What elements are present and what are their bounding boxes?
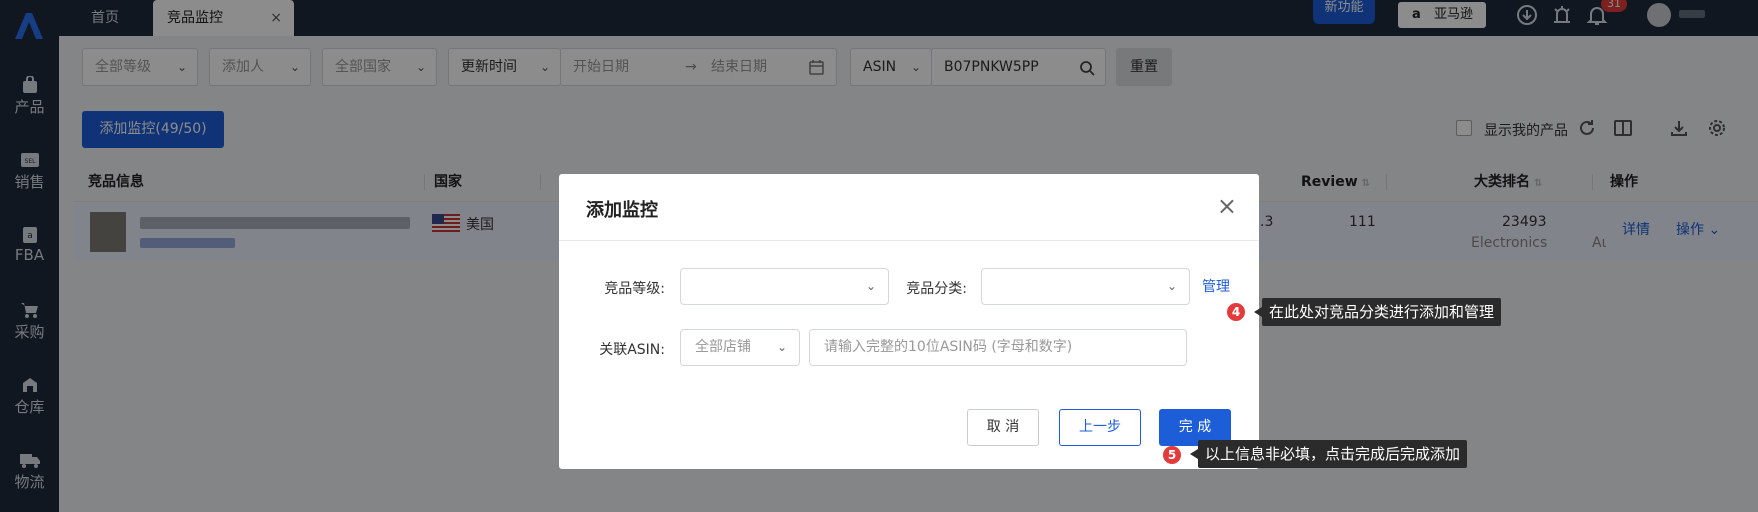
chevron-down-icon: ⌄ [865,279,876,293]
dialog-title: 添加监控 [586,200,658,221]
tooltip-step-5: 以上信息非必填，点击完成后完成添加 [1189,440,1468,468]
level-select[interactable]: ⌄ [680,268,889,305]
tooltip-step-4: 在此处对竞品分类进行添加和管理 [1253,298,1502,326]
close-icon[interactable]: × [1217,192,1237,220]
category-select[interactable]: ⌄ [981,268,1190,305]
previous-step-button[interactable]: 上一步 [1059,409,1141,446]
asin-input[interactable]: 请输入完整的10位ASIN码 (字母和数字) [809,329,1187,366]
level-label: 竞品等级: [604,281,665,297]
chevron-down-icon: ⌄ [776,340,787,354]
category-label: 竞品分类: [906,281,967,297]
cancel-button[interactable]: 取 消 [967,409,1039,446]
store-select[interactable]: 全部店铺 ⌄ [680,329,800,366]
step-5-marker: 5 [1163,446,1181,464]
manage-category-link[interactable]: 管理 [1202,276,1230,296]
asin-label: 关联ASIN: [599,342,665,358]
chevron-down-icon: ⌄ [1166,279,1177,293]
asin-input-placeholder: 请输入完整的10位ASIN码 (字母和数字) [824,339,1073,355]
store-select-value: 全部店铺 [695,339,751,355]
add-monitor-dialog: 添加监控 × 竞品等级: ⌄ 竞品分类: ⌄ 管理 关联ASIN: 全部店铺 ⌄ … [559,174,1259,469]
dialog-divider [559,240,1259,241]
step-4-marker: 4 [1227,303,1245,321]
